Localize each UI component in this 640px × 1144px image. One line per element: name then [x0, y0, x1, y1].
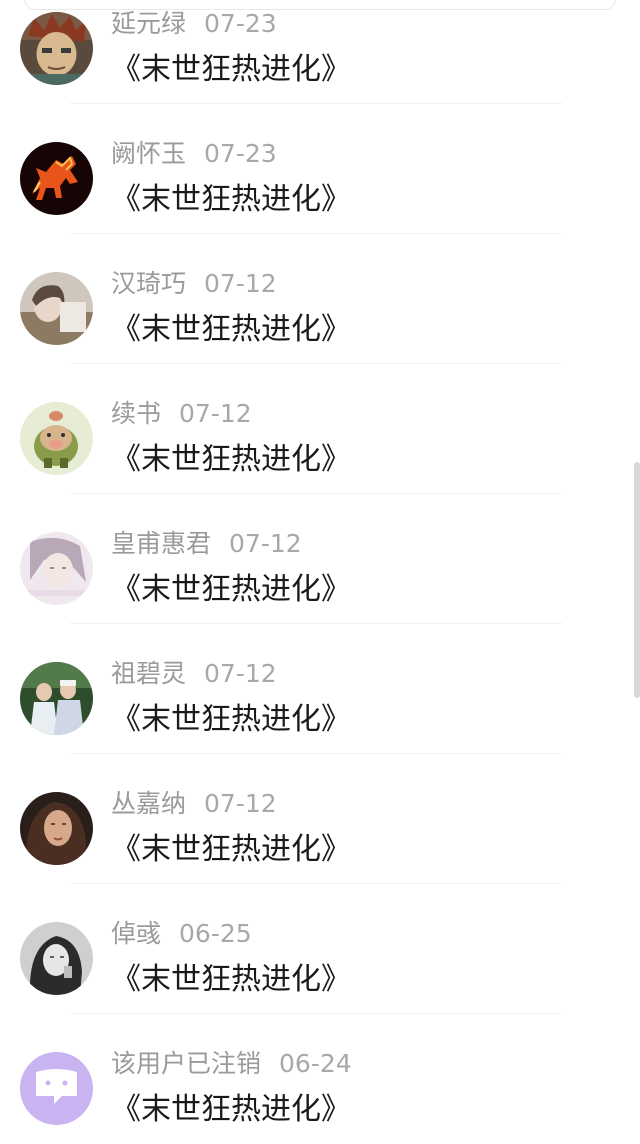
username[interactable]: 丛嘉纳 — [111, 789, 186, 818]
comment-meta: 皇甫惠君 07-12 — [111, 528, 302, 560]
comment-meta: 阙怀玉 07-23 — [111, 138, 277, 170]
username[interactable]: 延元绿 — [111, 9, 186, 38]
username[interactable]: 皇甫惠君 — [111, 529, 211, 558]
comment-text: 《末世狂热进化》 — [111, 52, 351, 87]
scrollbar[interactable] — [634, 462, 640, 698]
username[interactable]: 倬彧 — [111, 919, 161, 948]
comment-meta: 丛嘉纳 07-12 — [111, 788, 277, 820]
pale-girl-avatar[interactable] — [20, 532, 93, 605]
comment-text: 《末世狂热进化》 — [111, 182, 351, 217]
username[interactable]: 祖碧灵 — [111, 659, 186, 688]
comment-meta: 该用户已注销 06-24 — [111, 1048, 352, 1080]
anime-character-avatar[interactable] — [20, 12, 93, 85]
comment-meta: 倬彧 06-25 — [111, 918, 252, 950]
deactivated-user-avatar[interactable] — [20, 1052, 93, 1125]
comment-date: 07-12 — [204, 789, 277, 818]
comment-item[interactable]: 丛嘉纳 07-12 《末世狂热进化》 — [0, 754, 640, 884]
comment-item[interactable]: 续书 07-12 《末世狂热进化》 — [0, 364, 640, 494]
comment-meta: 祖碧灵 07-12 — [111, 658, 277, 690]
comment-item[interactable]: 阙怀玉 07-23 《末世狂热进化》 — [0, 104, 640, 234]
comment-date: 06-25 — [179, 919, 252, 948]
comment-text: 《末世狂热进化》 — [111, 312, 351, 347]
comment-text: 《末世狂热进化》 — [111, 442, 351, 477]
woman-portrait-avatar[interactable] — [20, 792, 93, 865]
comment-text: 《末世狂热进化》 — [111, 572, 351, 607]
comment-date: 06-24 — [279, 1049, 352, 1078]
username[interactable]: 续书 — [111, 399, 161, 428]
comment-date: 07-23 — [204, 9, 277, 38]
comment-item[interactable]: 汉琦巧 07-12 《末世狂热进化》 — [0, 234, 640, 364]
username[interactable]: 阙怀玉 — [111, 139, 186, 168]
username[interactable]: 该用户已注销 — [111, 1049, 261, 1078]
comment-date: 07-12 — [204, 269, 277, 298]
comment-text: 《末世狂热进化》 — [111, 962, 351, 997]
girl-photo-avatar[interactable] — [20, 272, 93, 345]
comment-text: 《末世狂热进化》 — [111, 832, 351, 867]
comment-item[interactable]: 皇甫惠君 07-12 《末世狂热进化》 — [0, 494, 640, 624]
comment-date: 07-12 — [204, 659, 277, 688]
comment-item[interactable]: 该用户已注销 06-24 《末世狂热进化》 — [0, 1014, 640, 1144]
comment-item[interactable]: 倬彧 06-25 《末世狂热进化》 — [0, 884, 640, 1014]
comment-date: 07-12 — [229, 529, 302, 558]
comment-list: 延元绿 07-23 《末世狂热进化》 阙怀玉 07-23 《末世狂热进化》 汉琦… — [0, 0, 640, 1144]
girls-photo-avatar[interactable] — [20, 662, 93, 735]
comment-meta: 续书 07-12 — [111, 398, 252, 430]
comment-date: 07-23 — [204, 139, 277, 168]
comment-text: 《末世狂热进化》 — [111, 1092, 351, 1127]
cartoon-pig-avatar[interactable] — [20, 402, 93, 475]
comment-text: 《末世狂热进化》 — [111, 702, 351, 737]
comment-meta: 延元绿 07-23 — [111, 8, 277, 40]
username[interactable]: 汉琦巧 — [111, 269, 186, 298]
fire-horse-avatar[interactable] — [20, 142, 93, 215]
comment-item[interactable]: 祖碧灵 07-12 《末世狂热进化》 — [0, 624, 640, 754]
comment-date: 07-12 — [179, 399, 252, 428]
comment-item[interactable]: 延元绿 07-23 《末世狂热进化》 — [0, 0, 640, 104]
bw-woman-avatar[interactable] — [20, 922, 93, 995]
comment-meta: 汉琦巧 07-12 — [111, 268, 277, 300]
